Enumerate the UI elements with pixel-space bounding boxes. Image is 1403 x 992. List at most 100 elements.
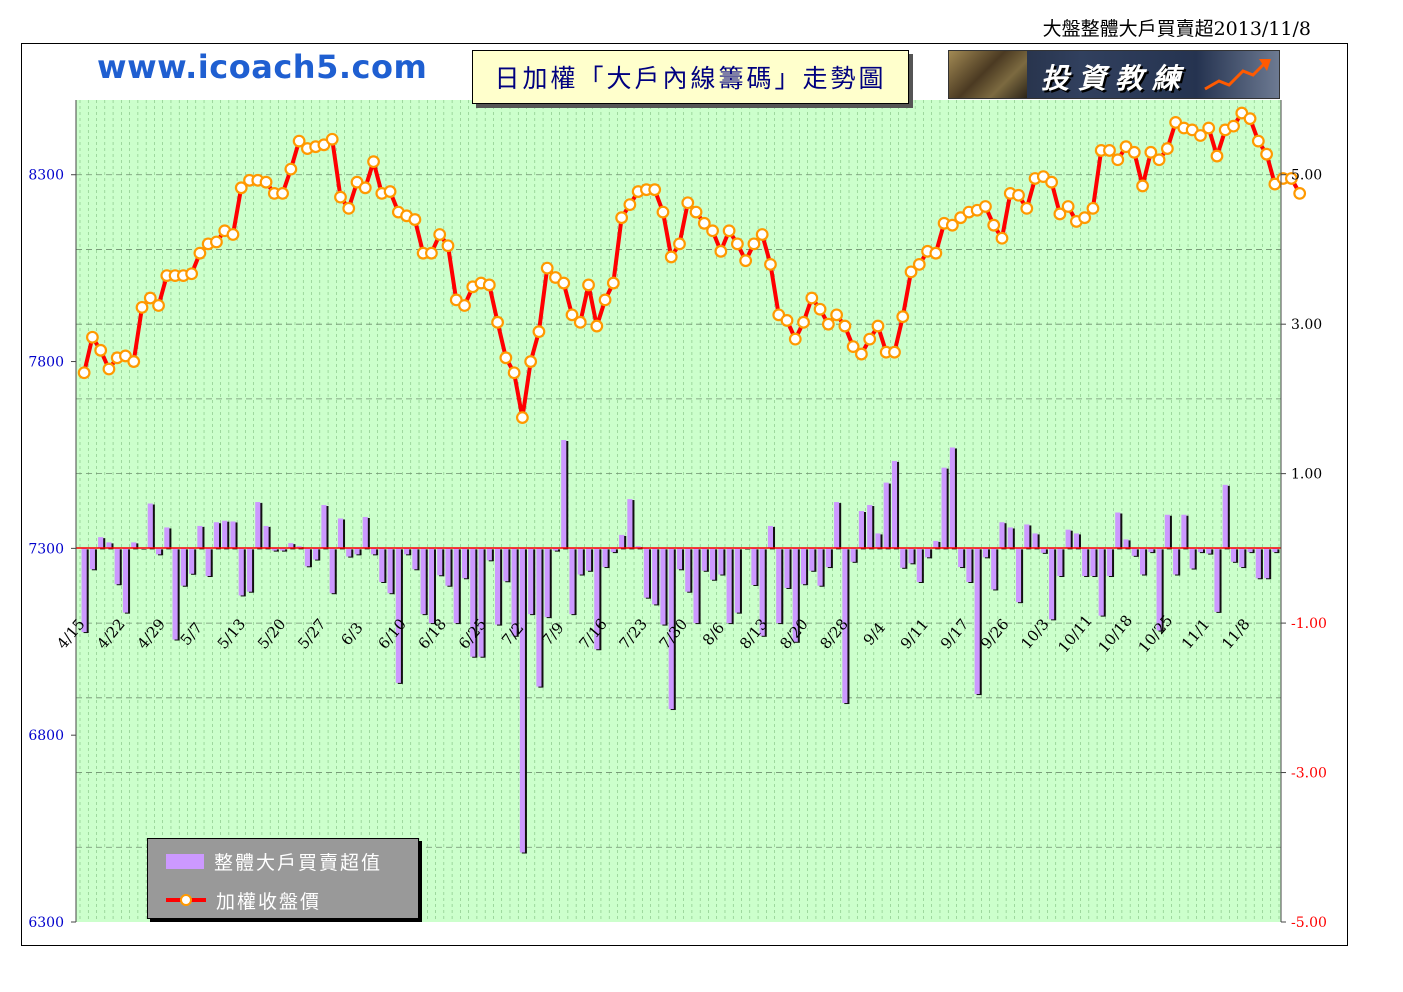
bar [387,548,393,594]
close-price-point [102,362,116,376]
legend: 整體大戶買賣超值 加權收盤價 [147,838,419,919]
close-price-point [342,201,356,215]
right-tick-label: 5.00 [1291,168,1322,184]
bar [891,460,898,549]
close-price-point [615,211,629,225]
close-price-point [408,213,422,226]
bar [734,548,740,613]
bar [370,548,377,555]
close-price-point [1202,121,1216,135]
close-price-point [706,224,719,238]
bar [561,440,567,549]
bar [941,467,947,549]
close-price-point [491,315,504,329]
bar [1239,548,1245,568]
bar [1264,548,1270,579]
bar [428,548,434,624]
left-tick-label: 6800 [28,728,64,744]
bar [412,548,418,570]
close-price-point [863,332,877,346]
close-price-point [334,190,347,204]
bar [1181,514,1187,549]
close-price-point [1111,153,1125,167]
bar [98,537,104,549]
close-price-point [86,330,99,344]
bar [676,548,683,570]
bar [180,548,186,586]
close-price-point [524,355,538,368]
close-price-point [515,411,529,424]
close-price-point [210,235,223,249]
close-price-point [747,237,761,251]
close-price-point [557,276,571,290]
close-price-point [1243,112,1257,126]
close-price-point [1251,134,1265,148]
left-tick-label: 7300 [28,541,64,557]
close-price-point [226,228,240,241]
right-tick-label: 3.00 [1291,317,1322,333]
bar [1040,548,1046,553]
bar [519,548,525,853]
legend-bar-label: 整體大戶買賣超值 [214,851,383,874]
legend-bar-swatch [166,853,204,869]
bar [1173,548,1179,575]
bar [1049,548,1055,620]
bar [1082,548,1088,577]
bar [1015,548,1022,603]
bar [420,548,426,615]
bar [536,548,542,687]
bar [313,548,319,560]
bar [122,548,129,613]
site-url: www.icoach5.com [97,48,428,86]
bar [966,548,972,582]
close-price-point [788,332,802,346]
bar [726,548,732,624]
bar [685,548,691,592]
bar [1131,548,1137,556]
bar [908,548,914,564]
bar [89,548,95,570]
bar [875,533,881,549]
bar [1065,529,1071,549]
bar [643,548,649,598]
close-price-point [813,302,827,316]
right-axis-ticks: 5.00 3.00 1.00 -1.00 -3.00 -5.00 [1281,168,1327,931]
bar [751,548,757,585]
bar [627,499,633,549]
close-price-point [1061,200,1075,213]
right-tick-label: 1.00 [1291,467,1322,483]
close-price-point [573,315,587,329]
bar [1090,548,1096,577]
bar [619,534,625,549]
close-price-point [152,299,165,312]
close-price-point [830,308,844,322]
close-price-point [979,200,992,213]
bar [958,548,964,568]
close-price-point [433,228,447,241]
bar [172,548,178,640]
bar [776,548,782,624]
close-price-point [540,261,554,275]
rising-arrow-icon [1204,59,1271,91]
bar [379,548,385,582]
bar [346,548,352,557]
close-price-point [1227,119,1240,133]
close-price-point [193,246,207,260]
close-price-point [681,196,695,210]
close-price-point [425,246,438,260]
close-price-point [912,258,926,271]
bar [544,548,550,618]
close-price-point [1152,153,1166,167]
bar [1024,524,1030,549]
legend-line-swatch [166,894,206,906]
close-price-point [276,187,289,200]
close-price-point [94,343,108,357]
bar [1189,548,1195,569]
close-price-point [797,315,810,329]
bar [718,548,724,575]
bar [238,548,244,596]
bar [982,548,989,558]
legend-item-bars: 整體大戶買賣超值 [166,849,383,874]
close-price-point [441,239,455,253]
bar [602,548,608,568]
